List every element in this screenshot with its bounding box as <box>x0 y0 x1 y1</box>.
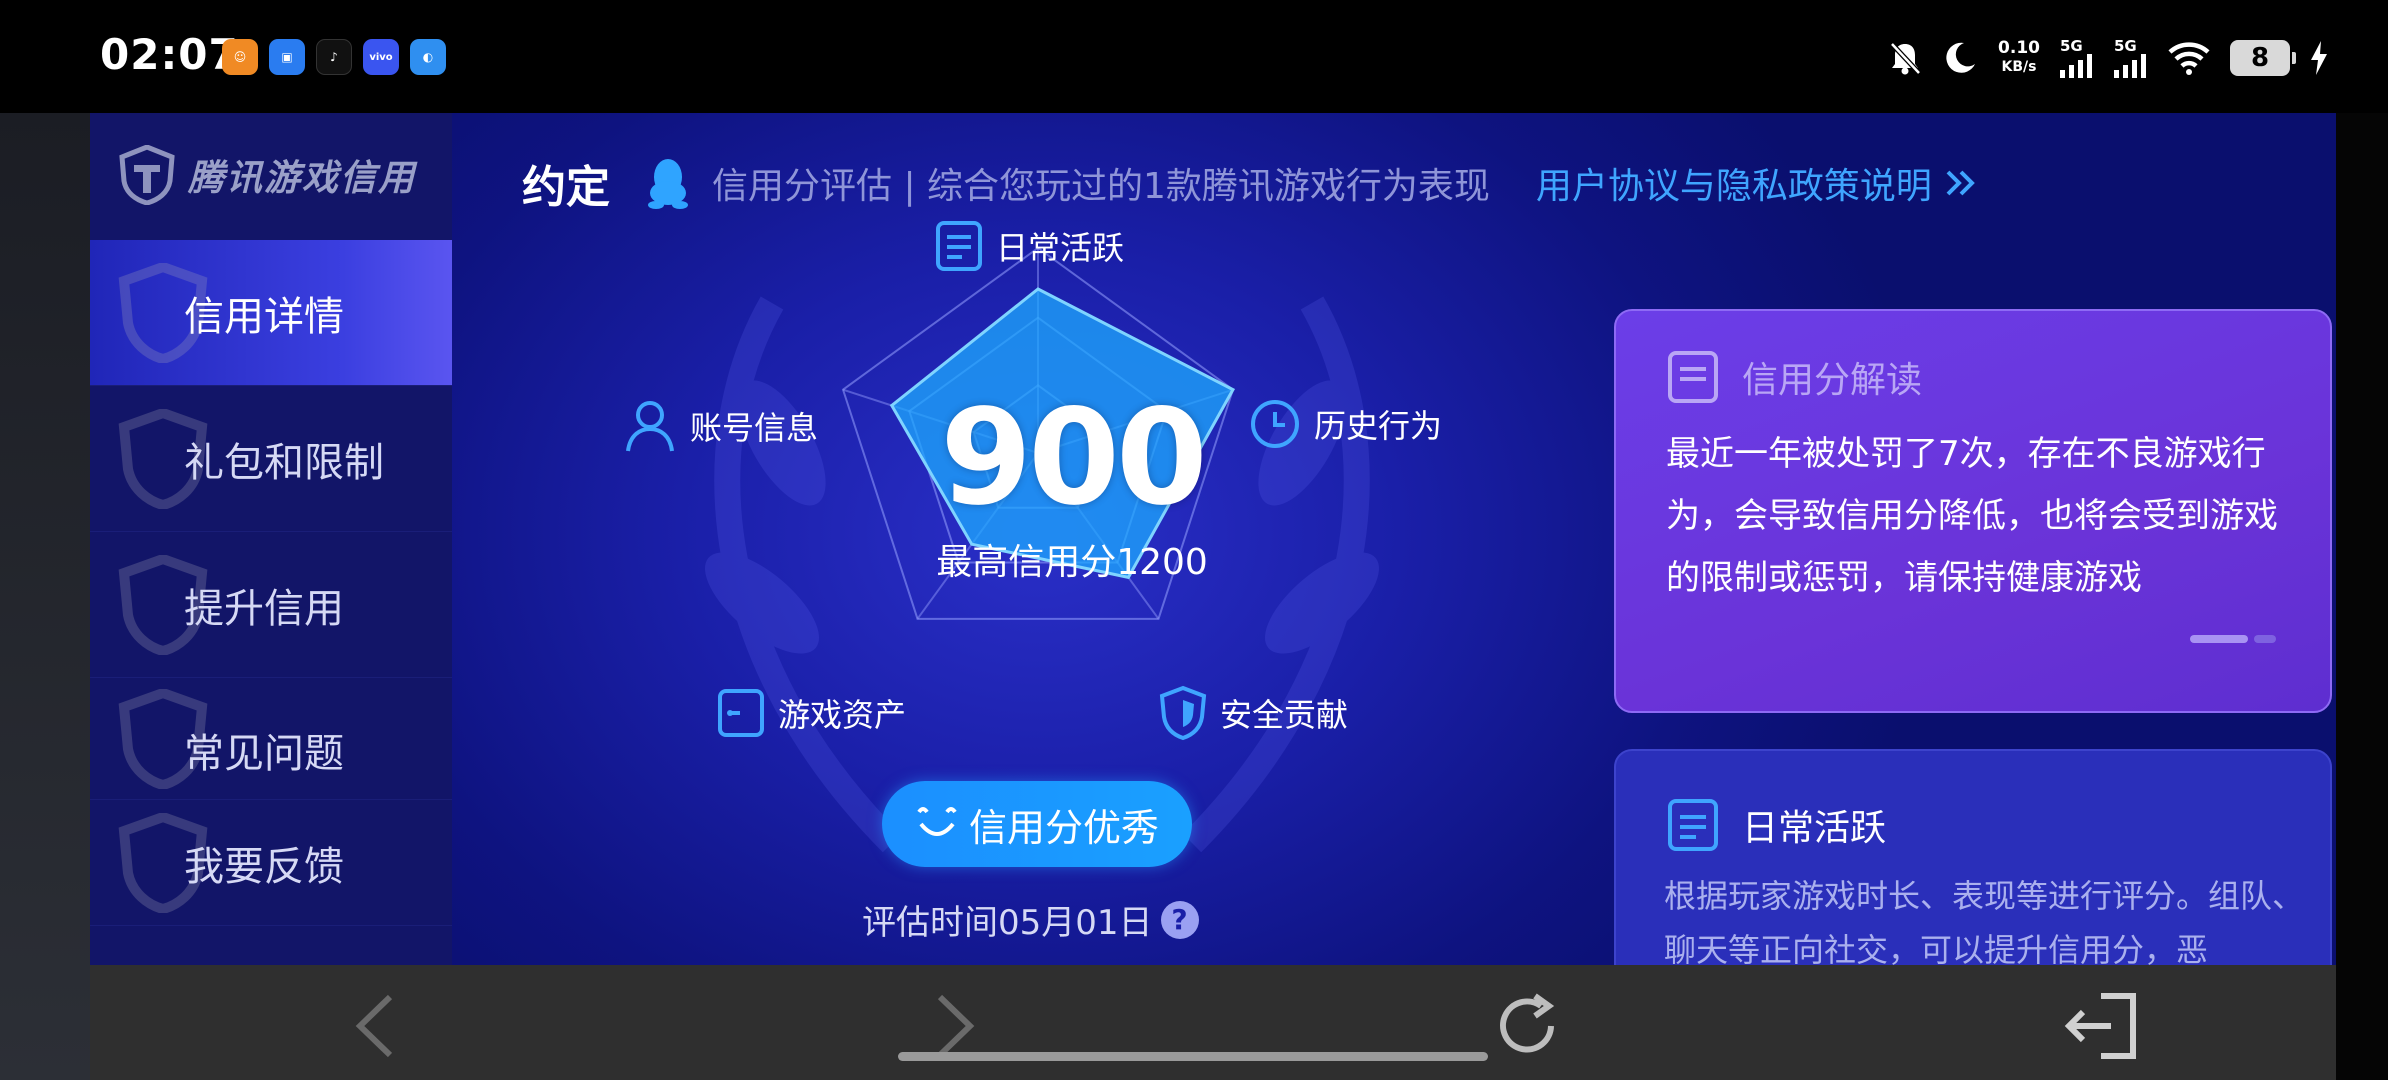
help-question-icon[interactable]: ? <box>1160 900 1199 939</box>
moon-icon <box>1946 42 1976 73</box>
dimension-history: 历史行为 <box>1248 397 1442 451</box>
exit-button[interactable] <box>2056 981 2146 1071</box>
card-header: 日常活跃 <box>1666 797 1886 853</box>
net-speed: 0.10 KB/s <box>1998 38 2040 76</box>
card-header: 信用分解读 <box>1666 349 1922 405</box>
card-body: 最近一年被处罚了7次，存在不良游戏行为，会导致信用分降低，也将会受到游戏的限制或… <box>1666 434 2278 598</box>
vivo-icon: vivo <box>363 39 399 75</box>
sidebar-item-label: 提升信用 <box>184 585 344 632</box>
signal-bars-icon <box>2060 53 2092 78</box>
files-icon: ◐ <box>410 39 446 75</box>
document-icon <box>1668 799 1718 851</box>
wallet-icon <box>718 689 764 737</box>
charging-bolt-icon <box>2311 41 2327 75</box>
sidebar: 腾讯游戏信用 信用详情 礼包和限制 提升信用 常见问题 我要反馈 <box>90 113 452 965</box>
signal-bars-icon <box>2114 53 2146 78</box>
pager-dot <box>2254 635 2276 643</box>
app-window: 腾讯游戏信用 信用详情 礼包和限制 提升信用 常见问题 我要反馈 约定 信用分评… <box>90 113 2336 965</box>
refresh-icon <box>1500 993 1555 1053</box>
sidebar-item-label: 常见问题 <box>184 730 344 777</box>
signal-2: 5G <box>2114 38 2148 78</box>
smile-icon <box>917 807 957 836</box>
sidebar-item-label: 礼包和限制 <box>184 439 384 486</box>
pager-dot-active <box>2190 635 2248 643</box>
dimension-account: 账号信息 <box>622 397 818 455</box>
home-indicator[interactable] <box>898 1052 1488 1061</box>
card-body: 根据玩家游戏时长、表现等进行评分。组队、聊天等正向社交，可以提升信用分，恶 <box>1664 877 2305 965</box>
chat-app-icon: ▣ <box>269 39 305 75</box>
back-button[interactable] <box>330 981 420 1071</box>
credit-rating-badge[interactable]: 信用分优秀 <box>882 781 1192 867</box>
system-indicators: 0.10 KB/s 5G 5G 8 <box>1888 30 2328 86</box>
notification-icons: ☺ ▣ ♪ vivo ◐ <box>222 39 446 75</box>
document-icon <box>1668 351 1718 403</box>
credit-score: 900 <box>940 381 1208 535</box>
user-icon <box>626 401 674 452</box>
double-chevron-right-icon <box>1946 170 1975 196</box>
sidebar-item-gifts-limits[interactable]: 礼包和限制 <box>90 386 452 532</box>
exit-icon <box>2064 993 2136 1059</box>
max-credit-label: 最高信用分1200 <box>936 542 1208 583</box>
sidebar-item-label: 信用详情 <box>184 293 344 340</box>
document-icon <box>936 221 982 271</box>
chevron-left-icon <box>355 994 393 1058</box>
sidebar-item-improve-credit[interactable]: 提升信用 <box>90 532 452 678</box>
battery-indicator: 8 <box>2230 40 2296 76</box>
clock-icon <box>1251 400 1299 448</box>
sidebar-item-faq[interactable]: 常见问题 <box>90 678 452 800</box>
refresh-button[interactable] <box>1482 981 1572 1071</box>
browser-toolbar <box>90 965 2336 1080</box>
tencent-shield-logo-icon <box>119 145 175 205</box>
credit-radar: 日常活跃 历史行为 安全贡献 游戏资产 账号信息 900 最高信用分1200 信… <box>452 113 1652 965</box>
logo: 腾讯游戏信用 <box>118 145 416 205</box>
sidebar-item-credit-detail[interactable]: 信用详情 <box>90 240 452 386</box>
shield-icon <box>1159 685 1207 741</box>
mute-bell-icon <box>1890 42 1921 75</box>
sidebar-item-feedback[interactable]: 我要反馈 <box>90 800 452 926</box>
card-title: 日常活跃 <box>1742 808 1887 849</box>
left-edge <box>0 113 90 1080</box>
signal-1: 5G <box>2060 38 2094 78</box>
credit-interpretation-card: 信用分解读 最近一年被处罚了7次，存在不良游戏行为，会导致信用分降低，也将会受到… <box>1614 309 2332 713</box>
tiktok-icon: ♪ <box>316 39 352 75</box>
logo-text: 腾讯游戏信用 <box>188 158 417 199</box>
main-content: 约定 信用分评估 | 综合您玩过的1款腾讯游戏行为表现 用户协议与隐私政策说明 <box>452 113 2336 965</box>
dimension-daily: 日常活跃 <box>934 219 1124 273</box>
clock: 02:07 <box>100 30 239 79</box>
wifi-icon <box>2168 42 2210 75</box>
right-edge <box>2336 113 2388 1080</box>
dimension-assets: 游戏资产 <box>716 687 906 739</box>
game-app-icon: ☺ <box>222 39 258 75</box>
status-bar: 02:07 ☺ ▣ ♪ vivo ◐ 0.10 KB/s 5G 5G 8 <box>0 0 2388 113</box>
dimension-security: 安全贡献 <box>1158 685 1348 741</box>
card-pager[interactable] <box>2190 635 2276 643</box>
chevron-right-icon <box>937 994 975 1058</box>
card-title: 信用分解读 <box>1742 360 1923 401</box>
daily-activity-card: 日常活跃 根据玩家游戏时长、表现等进行评分。组队、聊天等正向社交，可以提升信用分… <box>1614 749 2332 965</box>
evaluation-time: 评估时间05月01日 ? <box>862 895 1199 944</box>
sidebar-item-label: 我要反馈 <box>184 843 344 890</box>
